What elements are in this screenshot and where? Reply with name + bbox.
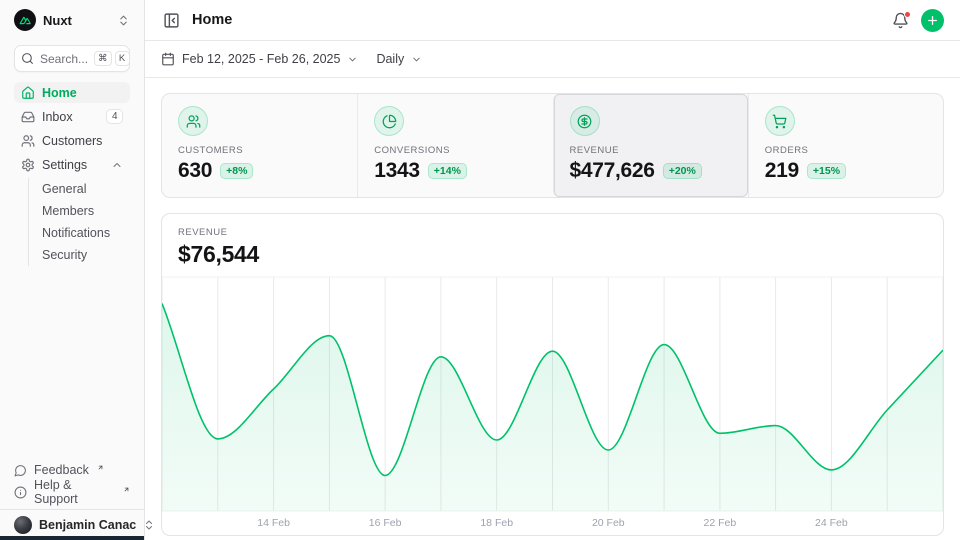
chevrons-up-down-icon [143, 519, 155, 531]
sidebar-item-general[interactable]: General [29, 178, 130, 200]
stat-value: 1343 [374, 159, 420, 183]
inbox-count-badge: 4 [106, 109, 123, 124]
search-shortcut: ⌘ K [94, 51, 130, 66]
bottom-dark-strip [0, 536, 144, 540]
chevrons-up-down-icon [117, 14, 130, 27]
workspace-name: Nuxt [43, 13, 72, 28]
sidebar-item-security[interactable]: Security [29, 244, 130, 266]
help-support-link[interactable]: Help & Support [14, 481, 130, 503]
search-icon [21, 52, 34, 65]
page-content: CUSTOMERS 630 +8% CONVERSIONS 1343 +14% [145, 78, 960, 540]
stat-label: CUSTOMERS [178, 145, 341, 156]
kbd-cmd: ⌘ [94, 51, 112, 66]
chevron-down-icon [347, 54, 358, 65]
delta-badge: +20% [663, 163, 702, 179]
sidebar-nav: Home Inbox 4 Customers Settings [0, 82, 144, 269]
stat-card-orders[interactable]: ORDERS 219 +15% [748, 94, 943, 197]
stat-card-conversions[interactable]: CONVERSIONS 1343 +14% [357, 94, 552, 197]
feedback-label: Feedback [34, 463, 89, 477]
stat-card-customers[interactable]: CUSTOMERS 630 +8% [162, 94, 357, 197]
sidebar-item-home[interactable]: Home [14, 82, 130, 103]
page-title: Home [192, 12, 232, 28]
panel-left-close-icon [163, 12, 180, 29]
x-axis-tick-label: 14 Feb [257, 517, 290, 529]
x-axis-tick-label: 18 Feb [480, 517, 513, 529]
avatar [14, 516, 32, 534]
help-support-label: Help & Support [34, 478, 115, 506]
collapse-sidebar-button[interactable] [161, 10, 182, 31]
external-link-icon [97, 464, 104, 471]
nuxt-logo-icon [14, 9, 36, 31]
delta-badge: +15% [807, 163, 846, 179]
plus-icon [926, 14, 939, 27]
kbd-k: K [115, 51, 130, 66]
workspace-switcher[interactable]: Nuxt [0, 0, 144, 40]
sidebar-item-settings[interactable]: Settings [14, 154, 130, 175]
sidebar-item-label: Settings [42, 158, 87, 172]
date-range-label: Feb 12, 2025 - Feb 26, 2025 [182, 52, 340, 66]
gear-icon [21, 158, 35, 172]
chevron-up-icon [111, 159, 123, 171]
delta-badge: +8% [220, 163, 253, 179]
circle-dollar-icon [570, 106, 600, 136]
chart-headline-value: $76,544 [178, 241, 927, 268]
stat-card-revenue[interactable]: REVENUE $477,626 +20% [553, 94, 748, 197]
users-icon [178, 106, 208, 136]
stats-strip: CUSTOMERS 630 +8% CONVERSIONS 1343 +14% [161, 93, 944, 198]
stat-value: 630 [178, 159, 212, 183]
filter-toolbar: Feb 12, 2025 - Feb 26, 2025 Daily [145, 41, 960, 78]
stat-label: REVENUE [570, 145, 732, 156]
user-name: Benjamin Canac [39, 518, 136, 532]
sidebar-item-notifications[interactable]: Notifications [29, 222, 130, 244]
search-placeholder: Search... [40, 52, 88, 66]
shopping-cart-icon [765, 106, 795, 136]
top-header: Home [145, 0, 960, 41]
x-axis-tick-label: 20 Feb [592, 517, 625, 529]
sidebar-footer: Feedback Help & Support [0, 459, 144, 509]
stat-label: CONVERSIONS [374, 145, 536, 156]
delta-badge: +14% [428, 163, 467, 179]
search-input[interactable]: Search... ⌘ K [14, 45, 130, 72]
home-icon [21, 86, 35, 100]
inbox-icon [21, 110, 35, 124]
x-axis-tick-label: 16 Feb [369, 517, 402, 529]
app-window: Nuxt Search... ⌘ K Home [0, 0, 960, 540]
calendar-icon [161, 52, 175, 66]
add-button[interactable] [921, 9, 944, 32]
granularity-select[interactable]: Daily [376, 52, 422, 66]
chevron-down-icon [411, 54, 422, 65]
settings-subnav: General Members Notifications Security [28, 178, 130, 266]
sidebar-item-members[interactable]: Members [29, 200, 130, 222]
pie-chart-icon [374, 106, 404, 136]
revenue-area-chart[interactable]: 14 Feb 16 Feb 18 Feb 20 Feb 22 Feb 24 Feb [162, 276, 943, 535]
sidebar-item-label: Home [42, 86, 77, 100]
sidebar-item-customers[interactable]: Customers [14, 130, 130, 151]
granularity-label: Daily [376, 52, 404, 66]
stat-value: $477,626 [570, 159, 655, 183]
main-panel: Home Feb 12, 2025 - Feb 26, 2025 [145, 0, 960, 540]
users-icon [21, 134, 35, 148]
info-circle-icon [14, 486, 27, 499]
x-axis-tick-label: 22 Feb [704, 517, 737, 529]
external-link-icon [123, 486, 130, 493]
notification-dot [904, 11, 911, 18]
date-range-picker[interactable]: Feb 12, 2025 - Feb 26, 2025 [161, 52, 358, 66]
revenue-chart-card: REVENUE $76,544 14 Feb 16 Feb 18 Feb 20 Feb… [161, 213, 944, 536]
notifications-button[interactable] [890, 10, 911, 31]
chart-title: REVENUE [178, 227, 927, 238]
sidebar-item-inbox[interactable]: Inbox 4 [14, 106, 130, 127]
stat-value: 219 [765, 159, 799, 183]
x-axis-tick-label: 24 Feb [815, 517, 848, 529]
sidebar: Nuxt Search... ⌘ K Home [0, 0, 145, 540]
sidebar-item-label: Inbox [42, 110, 73, 124]
sidebar-item-label: Customers [42, 134, 102, 148]
message-bubble-icon [14, 464, 27, 477]
stat-label: ORDERS [765, 145, 927, 156]
chart-header: REVENUE $76,544 [162, 214, 943, 276]
